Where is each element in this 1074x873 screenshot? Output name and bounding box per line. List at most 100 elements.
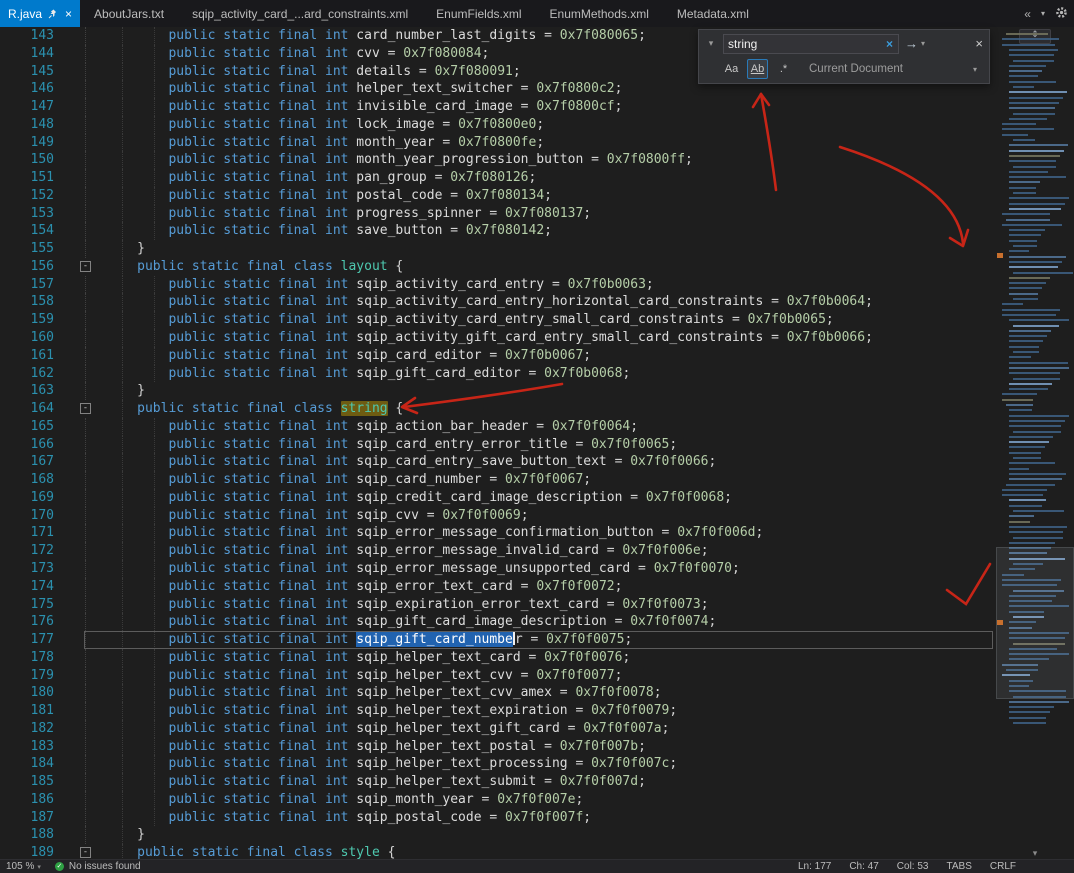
status-tabs[interactable]: TABS (946, 861, 971, 872)
code-line-155[interactable]: 155 } (0, 240, 996, 258)
code-line-187[interactable]: 187 public static final int sqip_postal_… (0, 808, 996, 827)
close-tab-icon[interactable]: × (65, 7, 72, 21)
health-indicator[interactable]: ✓ No issues found (54, 861, 141, 872)
tab-aboutjars-txt[interactable]: AboutJars.txt (80, 0, 178, 27)
code-line-182[interactable]: 182 public static final int sqip_helper_… (0, 719, 996, 738)
code-line-177[interactable]: 177 public static final int sqip_gift_ca… (0, 631, 996, 649)
split-grip-icon[interactable]: ↕ (1019, 29, 1051, 44)
minimap[interactable]: ↕ ▾ (996, 27, 1074, 859)
tab-metadata-xml[interactable]: Metadata.xml (663, 0, 763, 27)
code-line-186[interactable]: 186 public static final int sqip_month_y… (0, 790, 996, 809)
fold-collapse-icon[interactable]: - (80, 260, 91, 272)
code-line-161[interactable]: 161 public static final int sqip_card_ed… (0, 346, 996, 365)
code-line-167[interactable]: 167 public static final int sqip_card_en… (0, 453, 996, 472)
search-scope-dropdown[interactable]: Current Document ▾ (799, 63, 983, 75)
regex-toggle[interactable]: .* (773, 59, 794, 79)
fold-collapse-icon[interactable]: - (80, 847, 91, 859)
match-case-toggle[interactable]: Aa (721, 59, 742, 79)
code-line-158[interactable]: 158 public static final int sqip_activit… (0, 293, 996, 312)
code-line-159[interactable]: 159 public static final int sqip_activit… (0, 311, 996, 330)
code-line-173[interactable]: 173 public static final int sqip_error_m… (0, 559, 996, 578)
code-line-175[interactable]: 175 public static final int sqip_expirat… (0, 595, 996, 614)
close-find-icon[interactable]: × (975, 36, 983, 51)
clear-search-icon[interactable]: × (881, 37, 898, 51)
keyword: public static final int (168, 63, 357, 79)
identifier: sqip_helper_text_expiration (356, 703, 568, 719)
code-line-185[interactable]: 185 public static final int sqip_helper_… (0, 773, 996, 791)
code-line-163[interactable]: 163 } (0, 382, 996, 401)
tab-enummethods-xml[interactable]: EnumMethods.xml (536, 0, 663, 27)
fold-margin (62, 524, 98, 543)
line-number: 188 (30, 827, 54, 843)
code-line-172[interactable]: 172 public static final int sqip_error_m… (0, 542, 996, 560)
minimap-viewport[interactable] (996, 547, 1074, 699)
code-line-188[interactable]: 188 } (0, 826, 996, 845)
code-line-169[interactable]: 169 public static final int sqip_credit_… (0, 488, 996, 507)
tab-list-icon[interactable]: ▾ (1041, 9, 1045, 18)
code-line-156[interactable]: 156 - public static final class layout { (0, 257, 996, 276)
code-line-150[interactable]: 150 public static final int month_year_p… (0, 151, 996, 170)
code-line-164[interactable]: 164 - public static final class string { (0, 400, 996, 418)
expand-replace-icon[interactable]: ▾ (705, 38, 717, 49)
punctuation: ; (583, 347, 592, 363)
code-line-171[interactable]: 171 public static final int sqip_error_m… (0, 524, 996, 543)
code-line-178[interactable]: 178 public static final int sqip_helper_… (0, 648, 996, 667)
gear-icon[interactable] (1055, 6, 1068, 22)
code-line-147[interactable]: 147 public static final int invisible_ca… (0, 98, 996, 116)
tab-r-java[interactable]: R.java × (0, 0, 81, 27)
overflow-chevrons-icon[interactable]: « (1024, 7, 1031, 21)
fold-guide (85, 755, 86, 774)
code-line-183[interactable]: 183 public static final int sqip_helper_… (0, 737, 996, 756)
code-line-149[interactable]: 149 public static final int month_year =… (0, 133, 996, 152)
code-text: public static final int sqip_helper_text… (98, 702, 677, 720)
keyword: public static final int (168, 170, 357, 186)
code-line-160[interactable]: 160 public static final int sqip_activit… (0, 329, 996, 347)
operator: = (512, 578, 537, 594)
search-result-marker[interactable] (997, 620, 1003, 625)
status-eol[interactable]: CRLF (990, 861, 1016, 872)
zoom-control[interactable]: 105 % ▾ (6, 861, 41, 872)
code-line-162[interactable]: 162 public static final int sqip_gift_ca… (0, 364, 996, 383)
code-editor[interactable]: 143 public static final int card_number_… (0, 27, 996, 859)
minimap-line (1006, 33, 1048, 35)
search-input[interactable] (724, 36, 881, 51)
code-line-151[interactable]: 151 public static final int pan_group = … (0, 169, 996, 187)
code-line-174[interactable]: 174 public static final int sqip_error_t… (0, 577, 996, 596)
code-line-154[interactable]: 154 public static final int save_button … (0, 222, 996, 241)
code-line-176[interactable]: 176 public static final int sqip_gift_ca… (0, 613, 996, 632)
code-text: } (98, 826, 145, 844)
code-line-189[interactable]: 189 - public static final class style { (0, 844, 996, 859)
hex-value: 0x7f0f007c (591, 756, 670, 772)
code-line-181[interactable]: 181 public static final int sqip_helper_… (0, 702, 996, 720)
tab-enumfields-xml[interactable]: EnumFields.xml (422, 0, 535, 27)
code-line-179[interactable]: 179 public static final int sqip_helper_… (0, 666, 996, 685)
search-result-marker[interactable] (997, 253, 1003, 258)
code-line-170[interactable]: 170 public static final int sqip_cvv = 0… (0, 506, 996, 525)
code-line-157[interactable]: 157 public static final int sqip_activit… (0, 275, 996, 294)
code-line-166[interactable]: 166 public static final int sqip_card_en… (0, 435, 996, 454)
code-line-148[interactable]: 148 public static final int lock_image =… (0, 115, 996, 134)
line-number: 160 (30, 330, 54, 346)
keyword: public static final int (168, 28, 357, 43)
find-next-icon[interactable]: → (905, 36, 918, 51)
code-line-180[interactable]: 180 public static final int sqip_helper_… (0, 684, 996, 703)
code-line-184[interactable]: 184 public static final int sqip_helper_… (0, 755, 996, 774)
code-line-152[interactable]: 152 public static final int postal_code … (0, 186, 996, 205)
fold-margin (62, 346, 98, 365)
code-line-153[interactable]: 153 public static final int progress_spi… (0, 204, 996, 223)
whole-word-toggle[interactable]: Ab (747, 59, 768, 79)
line-number: 182 (30, 720, 54, 736)
find-next-dropdown-icon[interactable]: ▾ (921, 39, 925, 48)
line-number: 163 (30, 383, 54, 399)
tab-sqip-activity-card-ard-constraints-xml[interactable]: sqip_activity_card_...ard_constraints.xm… (178, 0, 422, 27)
fold-guide (85, 133, 86, 152)
status-bar: 105 % ▾ ✓ No issues found Ln: 177 Ch: 47… (0, 859, 1074, 873)
pin-icon[interactable] (48, 9, 57, 19)
code-line-168[interactable]: 168 public static final int sqip_card_nu… (0, 471, 996, 489)
scroll-down-icon[interactable]: ▾ (1033, 848, 1038, 859)
code-line-165[interactable]: 165 public static final int sqip_action_… (0, 417, 996, 436)
fold-margin (62, 186, 98, 205)
keyword: public static final int (168, 578, 357, 594)
fold-collapse-icon[interactable]: - (80, 403, 91, 415)
punctuation: ; (685, 152, 693, 168)
